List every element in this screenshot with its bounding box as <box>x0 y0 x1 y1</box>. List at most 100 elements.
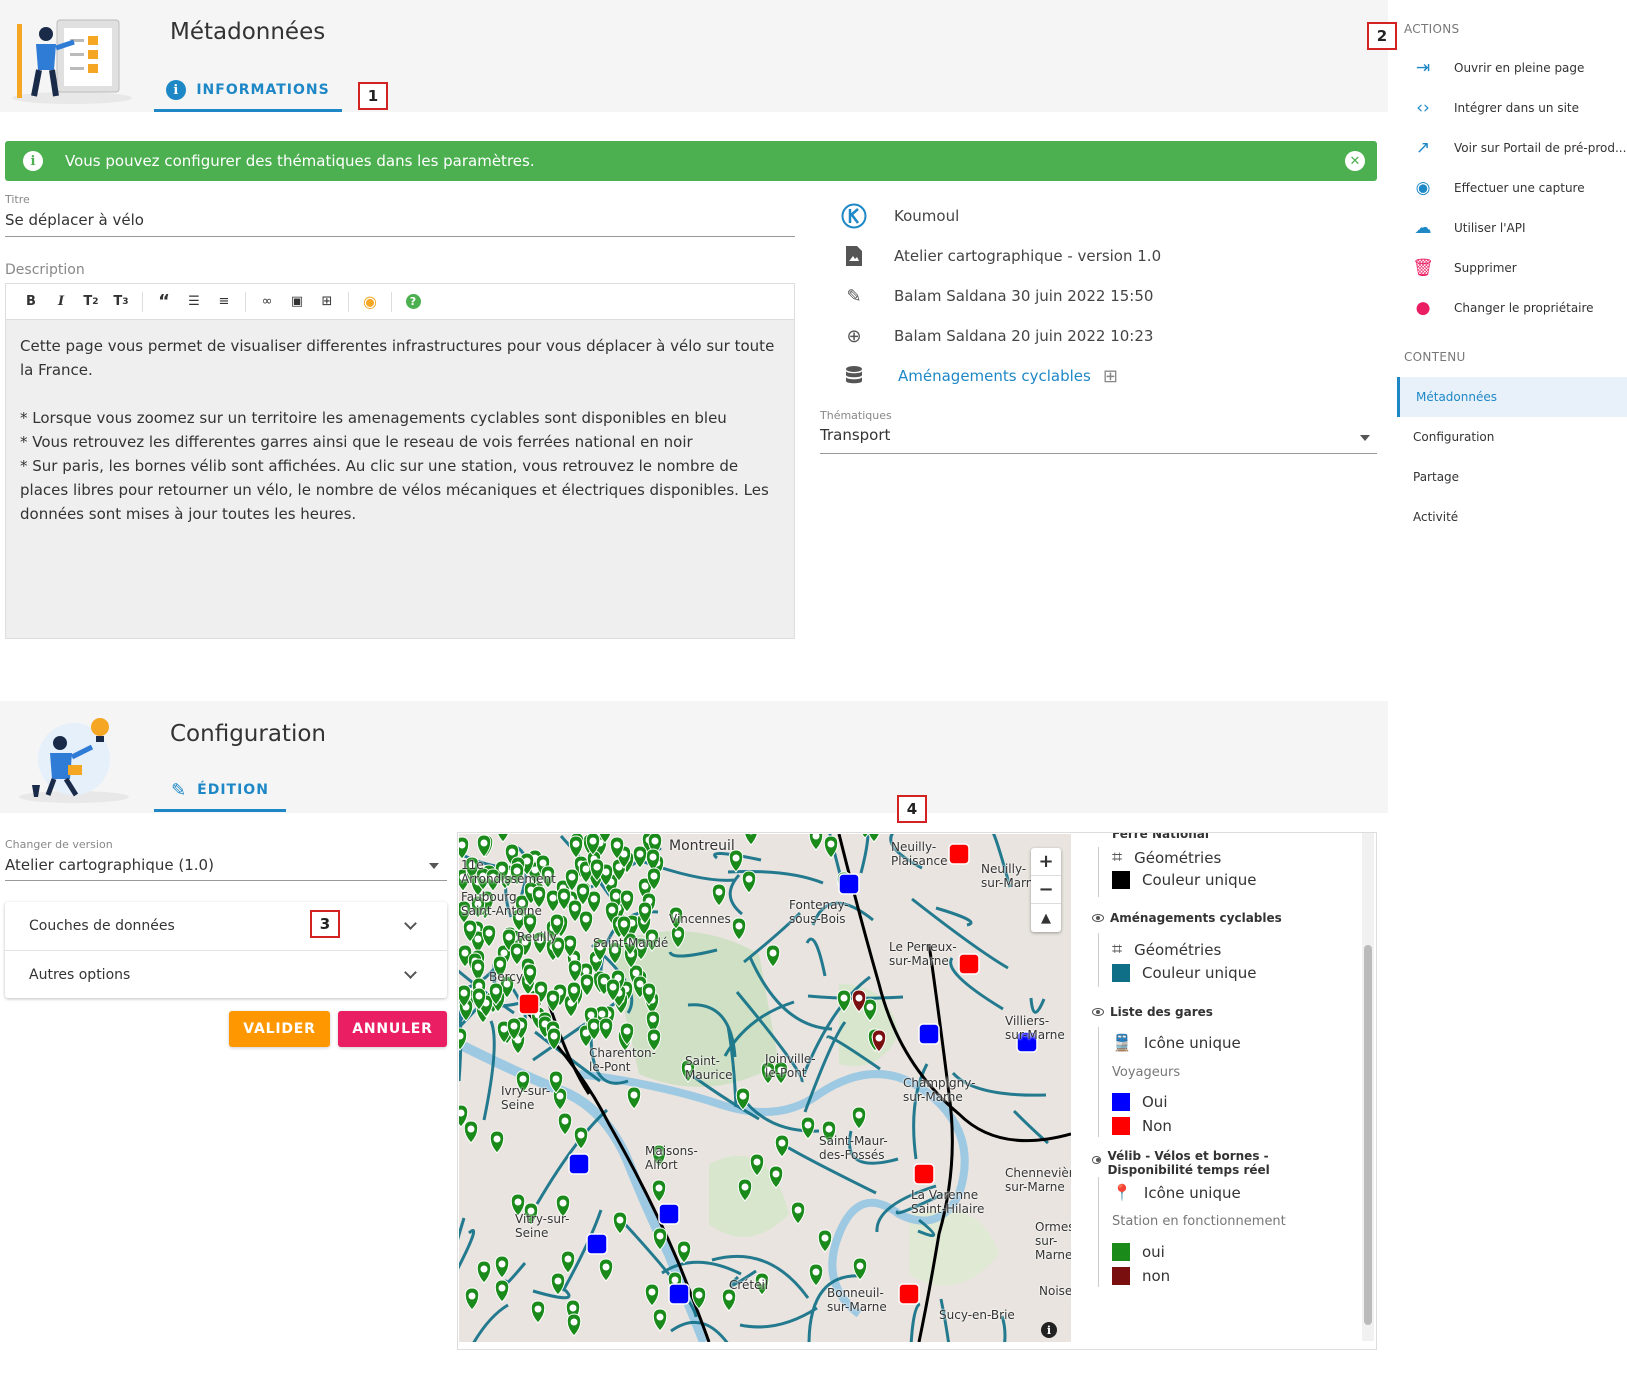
cycle-path <box>482 1020 496 1121</box>
nav-item[interactable]: Configuration <box>1397 417 1627 457</box>
validate-button[interactable]: VALIDER <box>229 1011 330 1047</box>
legend-cycle-geometry: ⌗ Géométries <box>1112 939 1221 960</box>
application-file-icon <box>838 242 870 270</box>
config-accordion: Couches de données Autres options <box>5 902 447 998</box>
data-layers-label: Couches de données <box>29 918 175 934</box>
map-label: Faubourg Saint-Antoine <box>461 890 542 918</box>
nav-item[interactable]: Partage <box>1397 457 1627 497</box>
velib-no-label: non <box>1142 1267 1171 1285</box>
action-open-in-page[interactable]: ⇥ Ouvrir en pleine page <box>1408 50 1627 86</box>
meta-created: ⊕ Balam Saldana 20 juin 2022 10:23 <box>838 321 1153 351</box>
code-icon: ‹› <box>1416 98 1430 118</box>
help-icon[interactable]: ? <box>398 288 428 316</box>
legend-line <box>1098 847 1099 897</box>
map-label: Bonneuil-sur-Marne <box>827 1286 887 1314</box>
action-label: Utiliser l'API <box>1454 221 1526 235</box>
action-label: Intégrer dans un site <box>1454 101 1579 115</box>
metadata-illustration <box>12 19 132 104</box>
action-label: Changer le propriétaire <box>1454 301 1594 315</box>
toolbar-divider <box>348 291 349 312</box>
action-external-link[interactable]: ↗ Voir sur Portail de pré-prod... <box>1408 130 1627 166</box>
bullet-list-button[interactable]: ☰ <box>179 288 209 316</box>
cancel-button[interactable]: ANNULER <box>338 1011 447 1047</box>
map-canvas[interactable]: Montreuil 11e Arrondissement Faubourg Sa… <box>459 834 1071 1342</box>
zoom-in-button[interactable]: + <box>1031 848 1061 876</box>
table-button[interactable]: ⊞ <box>312 288 342 316</box>
title-input[interactable]: Se déplacer à vélo <box>5 211 144 229</box>
velib-station-pin <box>808 834 824 851</box>
eye-icon[interactable] <box>1092 914 1104 922</box>
map-label: Ormesson-sur-Marne <box>1035 1220 1071 1262</box>
heading2-button[interactable]: T2 <box>76 288 106 316</box>
velib-station-pin <box>489 1130 505 1154</box>
action-cloud[interactable]: ☁ Utiliser l'API <box>1408 210 1627 246</box>
action-trash[interactable]: 🗑 Supprimer <box>1408 250 1627 286</box>
topics-select[interactable]: Transport <box>820 426 890 444</box>
velib-station-pin <box>744 834 758 846</box>
train-station-marker <box>568 1153 590 1175</box>
rail-color-swatch <box>1112 871 1130 889</box>
action-person[interactable]: ● Changer le propriétaire <box>1408 290 1627 326</box>
action-label: Ouvrir en pleine page <box>1454 61 1585 75</box>
preview-eye-icon[interactable]: ◉ <box>355 288 385 316</box>
dataset-link[interactable]: Aménagements cyclables <box>898 367 1091 385</box>
velib-station-pin <box>578 910 594 934</box>
description-text[interactable]: Cette page vous permet de visualiser dif… <box>6 320 794 540</box>
velib-station-pin <box>731 917 747 941</box>
nav-item[interactable]: Métadonnées <box>1397 377 1627 417</box>
heading3-button[interactable]: T3 <box>106 288 136 316</box>
tab-informations[interactable]: i INFORMATIONS <box>154 71 342 112</box>
table-icon[interactable]: ⊞ <box>1103 366 1118 387</box>
stations-subheading: Voyageurs <box>1112 1065 1181 1080</box>
reset-north-button[interactable]: ▲ <box>1031 904 1061 932</box>
legend-velib-no: non <box>1112 1267 1170 1285</box>
link-button[interactable]: ∞ <box>252 288 282 316</box>
description-editor[interactable]: B I T2 T3 “ ☰ ≡ ∞ ▣ ⊞ ◉ ? Cette page vou… <box>5 283 795 639</box>
velib-station-pin <box>598 1258 614 1282</box>
nav-item[interactable]: Activité <box>1397 497 1627 537</box>
version-dropdown-arrow-icon[interactable] <box>429 863 439 869</box>
numbered-list-button[interactable]: ≡ <box>209 288 239 316</box>
meta-updated: ✎ Balam Saldana 30 juin 2022 15:50 <box>838 281 1153 311</box>
train-station-marker <box>838 873 860 895</box>
velib-station-pin <box>868 834 880 843</box>
cycle-layer-title: Aménagements cyclables <box>1110 911 1282 925</box>
version-select[interactable]: Atelier cartographique (1.0) <box>5 856 214 874</box>
legend-scrollbar-thumb[interactable] <box>1364 945 1372 1325</box>
eye-icon[interactable] <box>1092 1008 1104 1016</box>
velib-station-pin <box>808 1263 824 1287</box>
topics-dropdown-arrow-icon[interactable] <box>1360 435 1370 441</box>
action-code[interactable]: ‹› Intégrer dans un site <box>1408 90 1627 126</box>
map-label: Fontenay-sous-Bois <box>789 898 849 926</box>
accordion-other-options[interactable]: Autres options <box>5 950 447 998</box>
accordion-data-layers[interactable]: Couches de données <box>5 902 447 950</box>
close-icon[interactable]: ✕ <box>1345 151 1365 171</box>
cloud-icon: ☁ <box>1414 218 1432 238</box>
map-label: Créteil <box>729 1278 769 1292</box>
station-yes-label: Oui <box>1142 1093 1168 1111</box>
eye-icon[interactable] <box>1092 1156 1102 1164</box>
tab-edition[interactable]: ✎ ÉDITION <box>154 771 286 812</box>
velib-station-pin <box>494 1255 510 1279</box>
cycle-path <box>859 834 870 874</box>
image-button[interactable]: ▣ <box>282 288 312 316</box>
meta-dataset: Aménagements cyclables ⊞ <box>838 361 1118 391</box>
configuration-illustration <box>19 718 129 803</box>
action-label: Voir sur Portail de pré-prod... <box>1454 141 1627 155</box>
map-label: Villiers-sur-Marne <box>1005 1014 1065 1042</box>
action-camera[interactable]: ◉ Effectuer une capture <box>1408 170 1627 206</box>
page-title: Métadonnées <box>170 19 326 45</box>
bold-button[interactable]: B <box>16 288 46 316</box>
legend-layer-rail: Ferré National <box>1112 833 1209 841</box>
version-underline <box>5 880 447 881</box>
action-label: Supprimer <box>1454 261 1517 275</box>
alert-text: Vous pouvez configurer des thématiques d… <box>65 152 535 170</box>
heading3-label: T <box>113 294 123 309</box>
velib-station-pin <box>476 1260 492 1284</box>
velib-station-pin <box>463 1120 479 1144</box>
map-attribution-info-icon[interactable]: i <box>1041 1322 1057 1338</box>
italic-button[interactable]: I <box>46 288 76 316</box>
zoom-out-button[interactable]: − <box>1031 876 1061 904</box>
database-icon <box>838 362 870 390</box>
quote-button[interactable]: “ <box>149 288 179 316</box>
